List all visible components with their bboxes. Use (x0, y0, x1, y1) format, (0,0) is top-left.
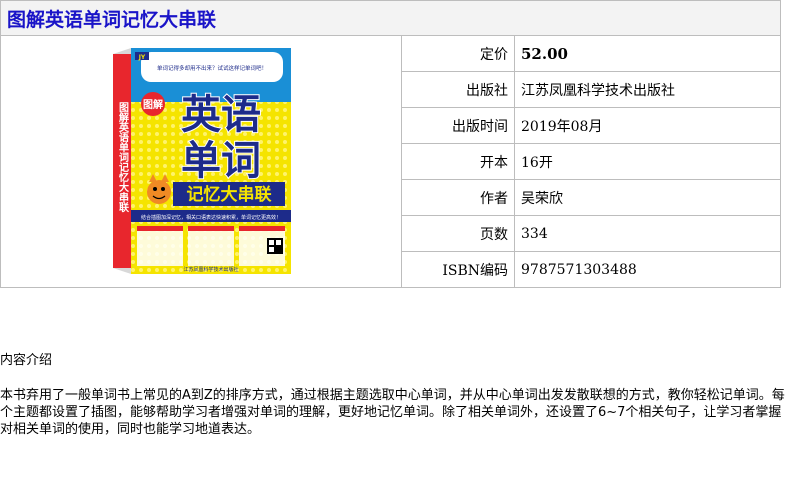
cover-cell: 图解 英语单词记忆大串联 单词记得多却用不出来？试试这样记单词吧！ JY 图解 英… (0, 35, 402, 288)
svg-text:JY: JY (138, 54, 146, 61)
cover-publisher: 江苏凤凰科学技术出版社 (183, 266, 238, 273)
value-price: 52.00 (514, 35, 781, 72)
label-format: 开本 (401, 143, 515, 180)
value-pages: 334 (514, 215, 781, 252)
cover-top-bubble: 单词记得多却用不出来？试试这样记单词吧！ (157, 64, 267, 72)
cover-banner: 结合插图加深记忆，相关口语表达快速积累，单词记忆更高效！ (141, 214, 281, 221)
book-cover-image: 图解 英语单词记忆大串联 单词记得多却用不出来？试试这样记单词吧！ JY 图解 英… (113, 47, 291, 274)
cover-subtitle: 记忆大串联 (187, 184, 272, 205)
value-publisher: 江苏凤凰科学技术出版社 (514, 71, 781, 108)
value-publish-date: 2019年08月 (514, 107, 781, 144)
label-isbn: ISBN编码 (401, 251, 515, 288)
value-format: 16开 (514, 143, 781, 180)
qr-code-icon (267, 237, 283, 254)
intro-body: 本书弃用了一般单词书上常见的A到Z的排序方式，通过根据主题选取中心单词，并从中心… (0, 388, 785, 437)
label-publisher: 出版社 (401, 71, 515, 108)
label-price: 定价 (401, 35, 515, 72)
label-publish-date: 出版时间 (401, 107, 515, 144)
cover-tag: 图解 (143, 98, 163, 111)
page: 图解英语单词记忆大串联 图解英语单词记忆大串联 单词记得多却用不出来？试试这样记… (0, 0, 790, 504)
page-title: 图解英语单词记忆大串联 (0, 0, 781, 36)
cover-title-line1: 英语 (181, 92, 261, 138)
book-info-table: 图解英语单词记忆大串联 图解英语单词记忆大串联 单词记得多却用不出来？试试这样记… (0, 0, 781, 288)
intro-section: 内容介绍 本书弃用了一般单词书上常见的A到Z的排序方式，通过根据主题选取中心单词… (0, 352, 790, 438)
label-pages: 页数 (401, 215, 515, 252)
cover-title-line2: 单词 (181, 138, 261, 184)
value-isbn: 9787571303488 (514, 251, 781, 288)
label-author: 作者 (401, 179, 515, 216)
intro-heading: 内容介绍 (0, 353, 53, 368)
value-author: 吴荣欣 (514, 179, 781, 216)
